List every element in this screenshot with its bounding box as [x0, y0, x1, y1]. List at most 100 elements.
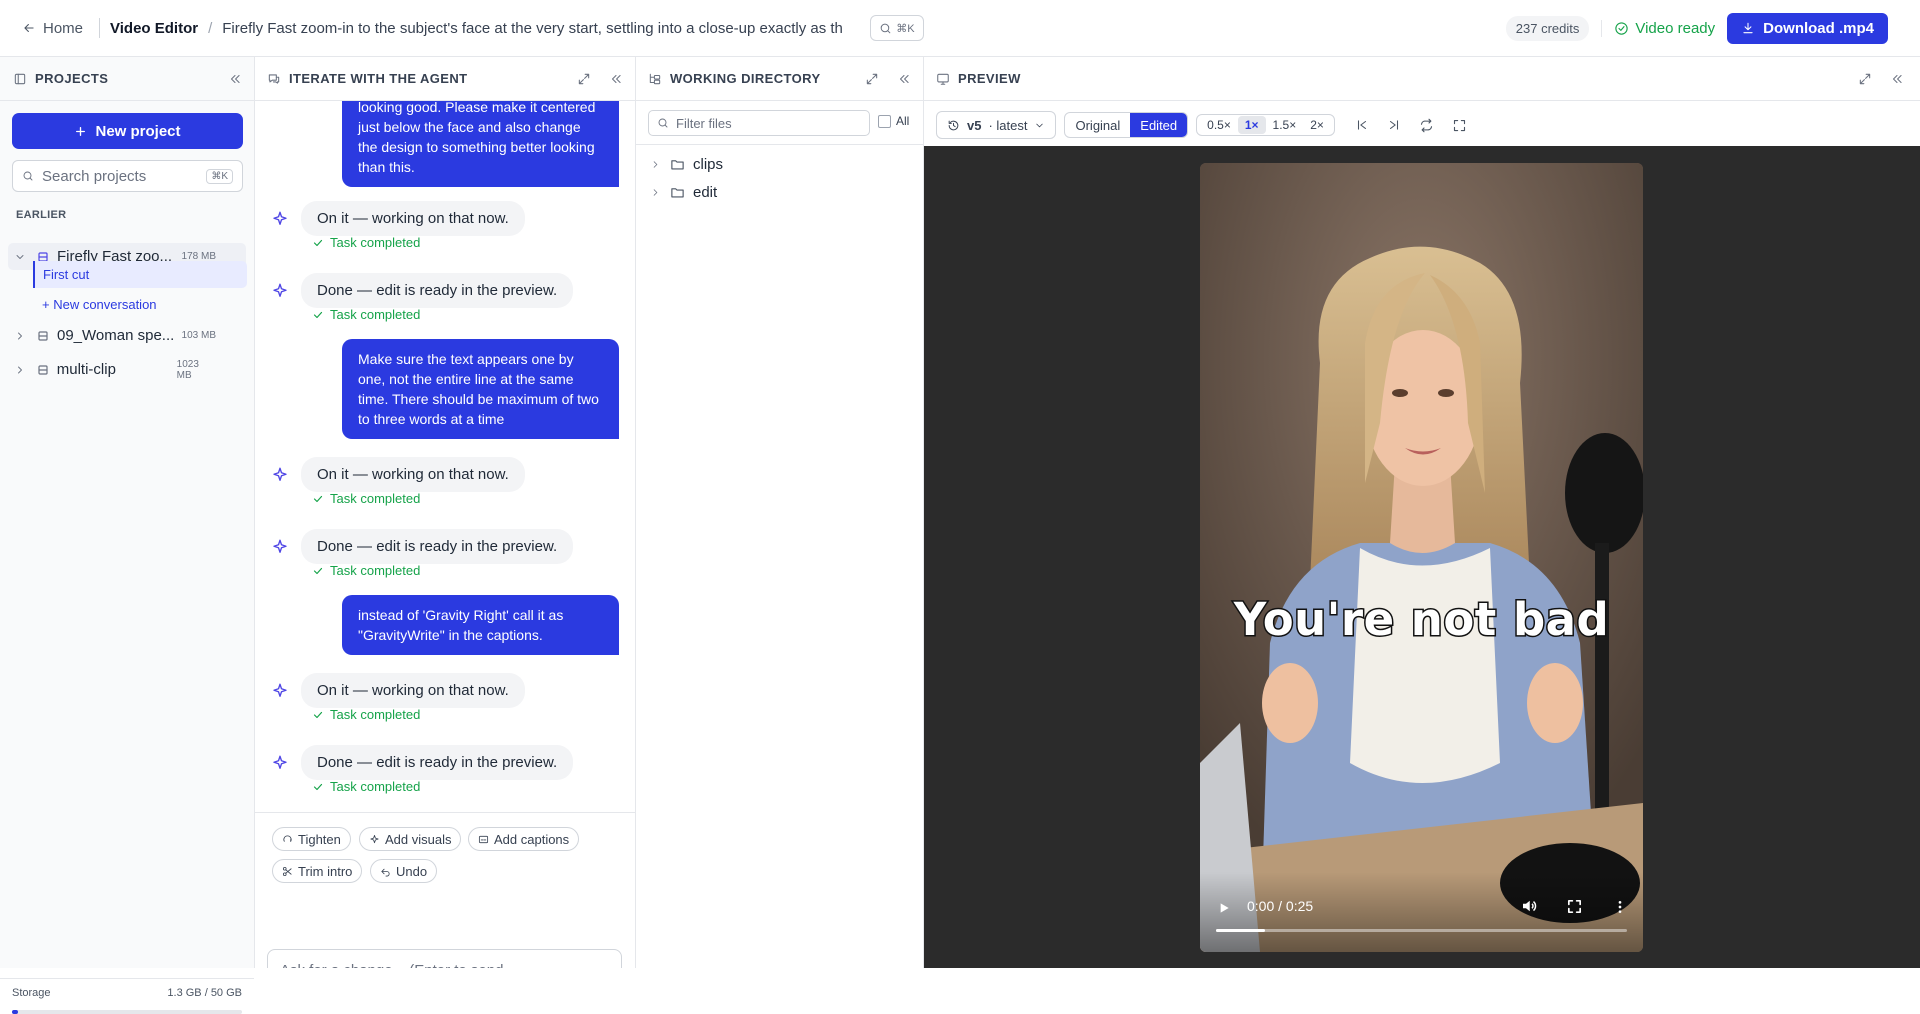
speed-1.5x-button[interactable]: 1.5× [1266, 116, 1304, 134]
more-options-icon[interactable] [1612, 899, 1628, 915]
new-project-button[interactable]: New project [12, 113, 243, 149]
conversation-item[interactable]: First cut [33, 261, 247, 288]
user-message: looking good. Please make it centered ju… [342, 101, 619, 187]
chip-label: Tighten [298, 831, 341, 847]
collapse-icon[interactable] [609, 72, 623, 86]
task-status: Task completed [312, 563, 420, 578]
chip-label: Undo [396, 863, 428, 879]
folder-icon [670, 185, 685, 200]
storage-bar-fill [12, 1010, 18, 1014]
collapse-icon[interactable] [1890, 72, 1904, 86]
expand-icon[interactable] [1858, 72, 1872, 86]
project-item[interactable]: multi-clip 1023 MB [8, 356, 246, 383]
chat-title: ITERATE WITH THE AGENT [289, 71, 468, 86]
skip-to-end-icon[interactable] [1387, 118, 1401, 132]
storage-info: Storage 1.3 GB / 50 GB [12, 987, 242, 999]
task-status-text: Task completed [330, 235, 421, 250]
skip-to-start-icon[interactable] [1355, 118, 1369, 132]
task-status-text: Task completed [330, 307, 421, 322]
edited-mode-button[interactable]: Edited [1130, 113, 1188, 137]
folder-row[interactable]: clips [650, 156, 723, 173]
agent-bubble: On it — working on that now. [301, 673, 525, 708]
project-title: Firefly Fast zoom-in to the subject's fa… [222, 19, 843, 37]
expand-icon[interactable] [577, 72, 591, 86]
chevron-right-icon[interactable] [14, 330, 28, 342]
filter-placeholder: Filter files [676, 115, 732, 131]
user-message: Make sure the text appears one by one, n… [342, 339, 619, 439]
project-item[interactable]: 09_Woman spe... 103 MB [8, 322, 246, 349]
add-captions-chip[interactable]: Add captions [468, 827, 580, 851]
check-icon [312, 709, 324, 721]
fullscreen-icon[interactable] [1566, 898, 1583, 915]
command-search-button[interactable]: ⌘K [870, 15, 924, 41]
storage-value: 1.3 GB / 50 GB [167, 987, 242, 999]
video-time: 0:00 / 0:25 [1247, 898, 1314, 914]
search-placeholder: Search projects [42, 167, 147, 185]
version-select[interactable]: v5 · latest [936, 111, 1057, 139]
search-projects-input[interactable]: Search projects ⌘K [12, 160, 243, 192]
caption-overlay: You're not bad [1232, 592, 1610, 648]
folder-name: clips [693, 156, 724, 173]
new-conversation-link[interactable]: + New conversation [32, 291, 246, 318]
message-input[interactable]: Ask for a change... (Enter to send, Shif… [267, 949, 622, 968]
storage-bar [12, 1010, 242, 1014]
add-visuals-chip[interactable]: Add visuals [359, 827, 462, 851]
expand-icon[interactable] [865, 72, 879, 86]
chevron-down-icon[interactable] [14, 251, 28, 263]
speed-1x-button[interactable]: 1× [1237, 116, 1266, 134]
search-shortcut: ⌘K [206, 168, 233, 184]
project-name: multi-clip [56, 361, 116, 378]
working-directory-title: WORKING DIRECTORY [670, 71, 821, 86]
search-shortcut: ⌘K [896, 22, 915, 35]
search-icon [879, 22, 892, 35]
filter-files-input[interactable]: Filter files [648, 110, 870, 136]
play-icon[interactable] [1216, 900, 1232, 916]
download-button[interactable]: Download .mp4 [1727, 12, 1888, 44]
checkbox[interactable] [878, 114, 891, 128]
collapse-icon[interactable] [897, 72, 911, 86]
speed-2x-button[interactable]: 2× [1303, 116, 1331, 134]
loop-icon[interactable] [1419, 118, 1434, 133]
undo-chip[interactable]: Undo [370, 859, 438, 883]
plus-icon [74, 125, 87, 138]
tighten-chip[interactable]: Tighten [272, 827, 351, 851]
agent-bubble: Done — edit is ready in the preview. [301, 529, 574, 564]
video-player[interactable]: You're not bad 0:00 / 0:25 [1200, 163, 1643, 952]
sparkle-icon [267, 462, 293, 488]
volume-icon[interactable] [1520, 897, 1538, 915]
project-size: 1023 MB [176, 358, 199, 381]
app-title: Video Editor [110, 19, 199, 37]
agent-bubble: Done — edit is ready in the preview. [301, 745, 574, 780]
sparkle-icon [369, 834, 380, 845]
chat-messages[interactable]: looking good. Please make it centered ju… [255, 101, 635, 812]
sparkle-icon [267, 678, 293, 704]
preview-title: PREVIEW [958, 71, 1021, 86]
home-label: Home [43, 19, 84, 37]
fullscreen-icon[interactable] [1452, 118, 1467, 133]
chip-label: Add captions [494, 831, 570, 847]
search-icon [657, 117, 669, 129]
divider [99, 18, 101, 38]
agent-message: Done — edit is ready in the preview. [267, 529, 574, 564]
trim-intro-chip[interactable]: Trim intro [272, 859, 363, 883]
collapse-icon[interactable] [228, 72, 242, 86]
chevron-right-icon [650, 187, 666, 198]
folder-icon [670, 157, 685, 172]
scissors-icon [282, 866, 293, 877]
projects-sidebar: PROJECTS New project Search projects ⌘K … [0, 57, 255, 1014]
home-link[interactable]: Home [22, 20, 83, 37]
show-all-toggle[interactable]: All [878, 114, 909, 128]
folder-row[interactable]: edit [650, 184, 717, 201]
chat-footer: Tighten Add visuals Add captions Trim in… [255, 812, 635, 968]
chevron-right-icon [650, 159, 666, 170]
chip-label: Add visuals [385, 831, 452, 847]
video-progress-bar[interactable] [1216, 929, 1627, 932]
speed-0.5x-button[interactable]: 0.5× [1200, 116, 1238, 134]
original-mode-button[interactable]: Original [1065, 113, 1130, 137]
agent-bubble: On it — working on that now. [301, 457, 525, 492]
task-status: Task completed [312, 235, 420, 250]
check-circle-icon [1614, 21, 1629, 36]
chevron-right-icon[interactable] [14, 364, 28, 376]
projects-title: PROJECTS [35, 71, 109, 86]
storage-label: Storage [12, 987, 51, 999]
